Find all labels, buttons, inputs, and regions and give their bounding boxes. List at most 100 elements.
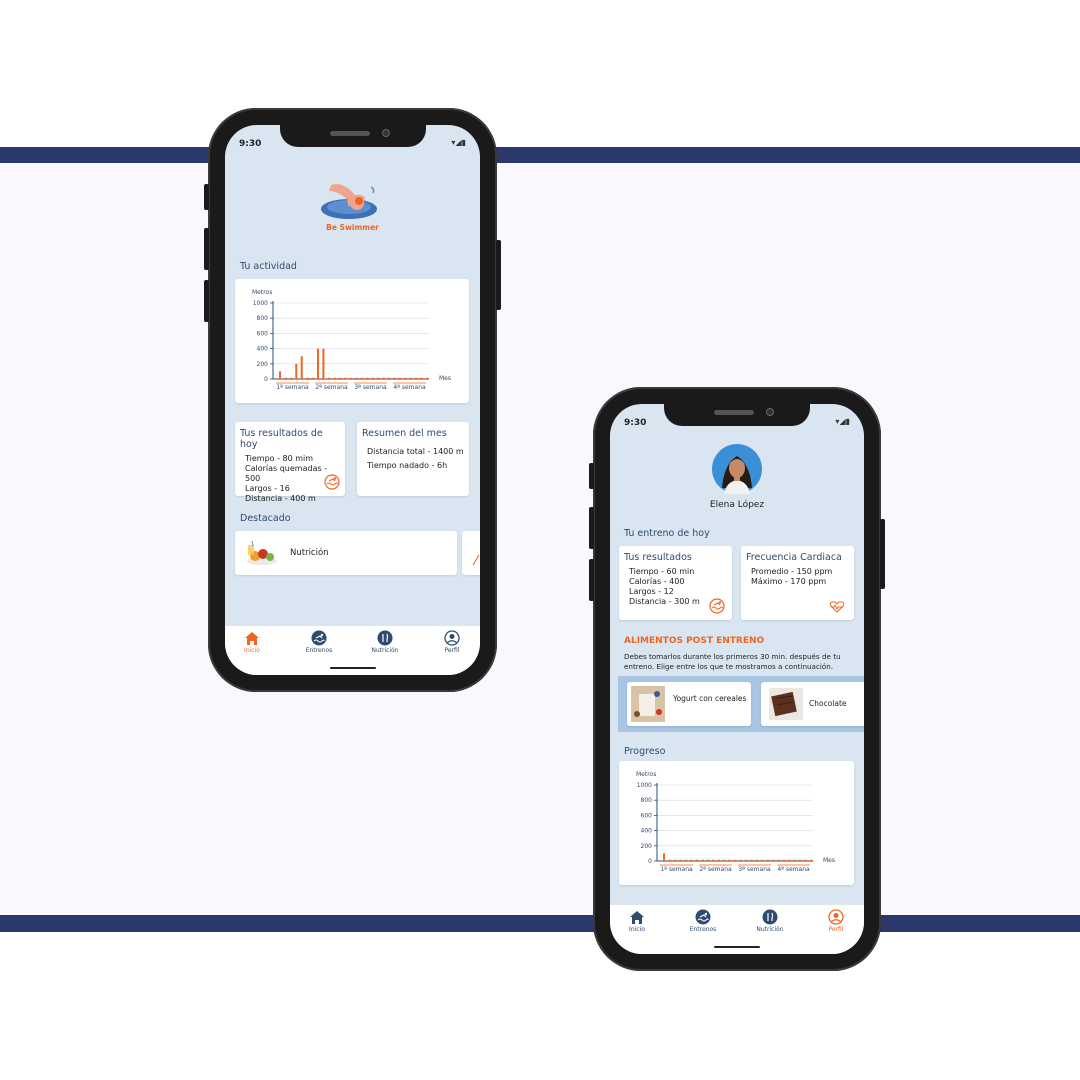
- chart-bar: [289, 377, 293, 379]
- summary-line: Distancia total - 1400 m: [367, 447, 464, 456]
- featured-nutrition-card[interactable]: Nutrición: [235, 531, 457, 575]
- food-item-yogurt[interactable]: Yogurt con cereales: [627, 682, 751, 726]
- chart-xtick-label: 2ª semana: [315, 384, 348, 391]
- result-line: Largos - 12: [629, 587, 674, 596]
- chart-bar: [279, 371, 281, 379]
- background-band: [0, 163, 1080, 915]
- food-label: Chocolate: [809, 699, 847, 708]
- featured-title: Destacado: [240, 513, 291, 524]
- home-icon: [630, 911, 644, 924]
- chart-bar: [679, 859, 683, 861]
- chart-ytick-label: 600: [641, 812, 653, 819]
- chart-bar: [409, 377, 413, 379]
- chart-bar: [403, 377, 407, 379]
- results-card: Tus resultados Tiempo - 60 min Calorías …: [619, 546, 732, 620]
- chart-bar: [382, 377, 386, 379]
- nav-label: Nutrición: [371, 647, 399, 654]
- food-label: Yogurt con cereales: [673, 694, 747, 703]
- nav-label: Inicio: [629, 926, 645, 933]
- result-line: Distancia - 400 m: [245, 494, 316, 503]
- user-name: Elena López: [709, 500, 765, 510]
- heart-rate-title: Frecuencia Cardiaca: [746, 552, 842, 563]
- chart-bar: [663, 853, 665, 861]
- chart-bar: [376, 377, 380, 379]
- heart-rate-card: Frecuencia Cardiaca Promedio - 150 ppm M…: [741, 546, 854, 620]
- home-indicator[interactable]: [329, 667, 376, 669]
- home-indicator[interactable]: [714, 946, 760, 948]
- chart-ytick-label: 400: [641, 828, 653, 835]
- chart-xtick-label: 3ª semana: [354, 384, 387, 391]
- signal-battery-icon: ▾◢▮: [835, 417, 850, 426]
- bottom-band: [0, 915, 1080, 932]
- nav-inicio[interactable]: Inicio: [227, 630, 277, 654]
- avatar[interactable]: [712, 444, 762, 494]
- nav-nutricion[interactable]: Nutrición: [360, 630, 410, 654]
- chart-bar: [311, 377, 315, 379]
- chart-bar: [668, 859, 672, 861]
- chart-bar: [349, 377, 353, 379]
- chart-bar: [798, 859, 802, 861]
- swim-badge-icon: [709, 598, 725, 614]
- result-line: Tiempo - 60 min: [629, 567, 695, 576]
- chocolate-icon: [769, 688, 803, 720]
- chart-bar: [322, 348, 325, 379]
- chart-bar: [387, 377, 391, 379]
- chart-bar: [771, 859, 775, 861]
- chart-bar: [684, 859, 688, 861]
- summary-line: Tiempo nadado - 6h: [367, 461, 448, 470]
- cutlery-icon: [762, 909, 778, 925]
- chart-xtick-label: 1ª semana: [660, 866, 693, 873]
- chart-bar: [777, 859, 780, 861]
- chart-bar: [787, 859, 791, 861]
- profile-icon: [444, 630, 460, 646]
- chart-bar: [300, 356, 303, 379]
- today-training-title: Tu entreno de hoy: [624, 528, 710, 539]
- chart-bar: [782, 859, 786, 861]
- heart-line: Promedio - 150 ppm: [751, 567, 833, 576]
- chart-bar: [733, 859, 737, 861]
- featured-next-card[interactable]: [462, 531, 480, 575]
- chart-xtick-label: 4ª semana: [777, 866, 810, 873]
- progress-chart: Metros 1000 800 600 400 200 0 1ª semana 2ª seman…: [636, 771, 835, 873]
- heart-pulse-icon: [829, 601, 845, 613]
- chart-bar: [695, 859, 699, 861]
- nav-entrenos[interactable]: Entrenos: [678, 909, 728, 933]
- swimmer-logo-icon: [321, 184, 377, 219]
- chart-ytick-label: 200: [641, 843, 653, 850]
- profile-icon: [828, 909, 844, 925]
- nav-label: Entrenos: [689, 926, 717, 933]
- chart-ytick-label: 200: [257, 361, 269, 368]
- nav-entrenos[interactable]: Entrenos: [294, 630, 344, 654]
- chart-ytick-label: 800: [641, 797, 653, 804]
- chart-bar: [717, 859, 721, 861]
- nav-label: Entrenos: [305, 647, 333, 654]
- chart-bar: [327, 377, 331, 379]
- food-description: Debes tomarlos durante los primeros 30 m…: [624, 652, 841, 671]
- chart-bar: [706, 859, 710, 861]
- chart-ytick-label: 400: [257, 346, 269, 353]
- progress-chart-card: Metros 1000 800 600 400 200 0 1ª semana 2ª seman…: [619, 761, 854, 885]
- cutlery-icon: [377, 630, 393, 646]
- phone-profile: 9:30 ▾◢▮ Elena López Tu entreno de hoy T…: [589, 387, 885, 971]
- nav-nutricion[interactable]: Nutrición: [745, 909, 795, 933]
- chart-bar: [317, 348, 319, 379]
- chart-bar: [760, 859, 764, 861]
- chart-ytick-label: 0: [648, 858, 652, 865]
- food-item-chocolate[interactable]: Chocolate: [761, 682, 864, 726]
- results-title: Tus resultados: [624, 552, 692, 563]
- month-summary-title: Resumen del mes: [362, 428, 447, 439]
- chart-bar: [338, 377, 342, 379]
- fruit-bowl-icon: [247, 540, 277, 565]
- chart-bar: [414, 377, 418, 379]
- chart-bar: [360, 377, 364, 379]
- nav-label: Perfil: [444, 647, 460, 654]
- nav-inicio[interactable]: Inicio: [612, 909, 662, 933]
- chart-ytick-label: 1000: [253, 300, 268, 307]
- chart-xtick-label: 1ª semana: [276, 384, 309, 391]
- chart-bar: [425, 377, 429, 379]
- chart-ylabel: Metros: [636, 771, 656, 778]
- nav-perfil[interactable]: Perfil: [811, 909, 861, 933]
- chart-bar: [355, 377, 358, 379]
- nav-perfil[interactable]: Perfil: [427, 630, 477, 654]
- chart-bar: [690, 859, 694, 861]
